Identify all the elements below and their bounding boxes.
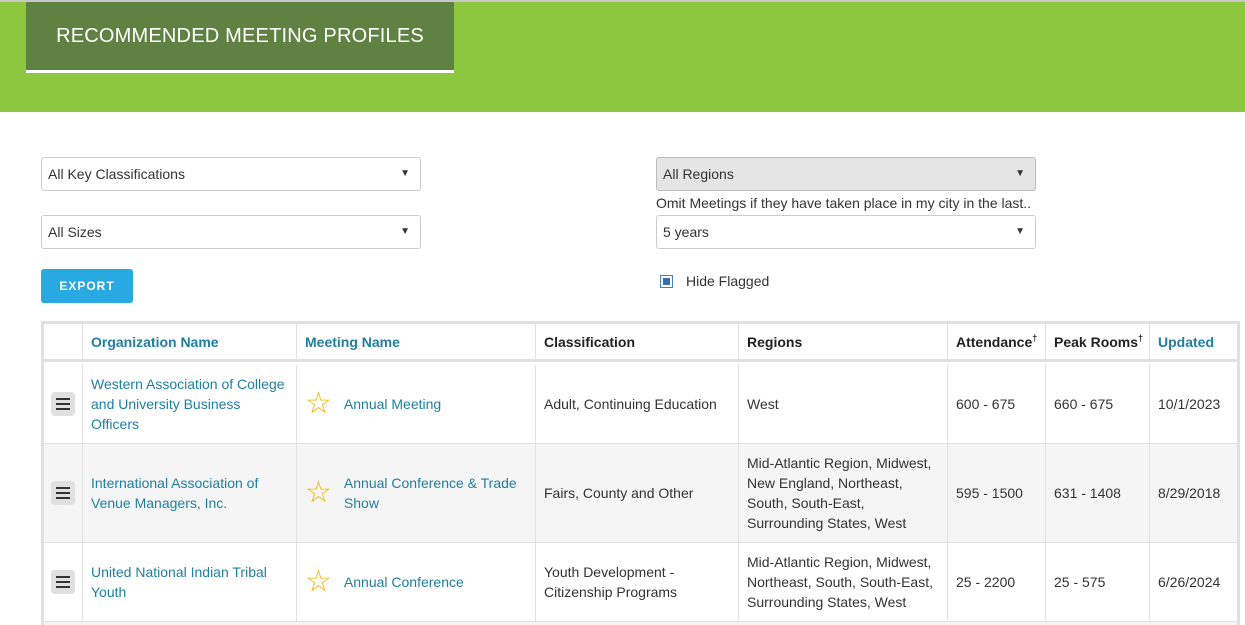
omit-years-value: 5 years [663, 224, 709, 240]
column-header-meeting[interactable]: Meeting Name [297, 324, 536, 362]
omit-meetings-label: Omit Meetings if they have taken place i… [656, 195, 1032, 211]
peak-rooms-cell: 25 - 575 [1046, 543, 1150, 622]
column-header-attendance: Attendance † [948, 324, 1046, 362]
column-header-regions: Regions [739, 324, 948, 362]
meeting-link[interactable]: Annual Conference & Trade Show [344, 473, 527, 513]
star-outline-icon[interactable]: ☆ [305, 389, 332, 419]
meeting-link[interactable]: Annual Conference [344, 572, 464, 592]
column-header-updated[interactable]: Updated [1150, 324, 1237, 362]
hamburger-menu-icon[interactable] [51, 481, 75, 505]
peak-rooms-header-label: Peak Rooms [1054, 333, 1139, 350]
caret-down-icon: ▼ [400, 168, 410, 179]
hamburger-menu-icon[interactable] [51, 570, 75, 594]
regions-cell: West [739, 365, 948, 444]
star-outline-icon[interactable]: ☆ [305, 567, 332, 597]
peak-rooms-cell: 631 - 1408 [1046, 444, 1150, 543]
hide-flagged-checkbox[interactable] [660, 275, 673, 288]
row-menu-cell [44, 444, 83, 543]
regions-cell: Mid-Atlantic Region, Midwest, Northeast,… [739, 543, 948, 622]
caret-down-icon: ▼ [1015, 168, 1025, 179]
column-header-peak-rooms: Peak Rooms † [1046, 324, 1150, 362]
attendance-cell: 600 - 675 [948, 365, 1046, 444]
star-outline-icon[interactable]: ☆ [305, 478, 332, 508]
organization-link[interactable]: International Association of Venue Manag… [83, 444, 297, 543]
classification-cell: Youth Development - Citizenship Programs [536, 543, 739, 622]
organization-link[interactable]: United National Indian Tribal Youth [83, 543, 297, 622]
export-button[interactable]: EXPORT [41, 269, 133, 303]
meeting-cell: ☆ Annual Conference & Trade Show [297, 444, 536, 543]
meeting-cell: ☆ Annual Meeting [297, 365, 536, 444]
organization-link[interactable]: Western Association of College and Unive… [83, 365, 297, 444]
hide-flagged-label: Hide Flagged [686, 273, 770, 289]
meeting-cell: ☆ Annual Conference [297, 543, 536, 622]
attendance-footnote-mark: † [1032, 332, 1038, 343]
key-classifications-select[interactable]: All Key Classifications ▼ [41, 157, 421, 191]
peak-rooms-cell: 660 - 675 [1046, 365, 1150, 444]
sizes-select[interactable]: All Sizes ▼ [41, 215, 421, 249]
regions-value: All Regions [663, 166, 734, 182]
meeting-link[interactable]: Annual Meeting [344, 394, 441, 414]
classification-cell: Fairs, County and Other [536, 444, 739, 543]
updated-cell: 8/29/2018 [1150, 444, 1237, 543]
row-menu-cell [44, 365, 83, 444]
meeting-profiles-table: Organization Name Meeting Name Classific… [41, 321, 1240, 625]
attendance-header-label: Attendance [956, 333, 1033, 350]
checkbox-check-mark [663, 278, 670, 285]
omit-years-select[interactable]: 5 years ▼ [656, 215, 1036, 249]
header-cell-menu [44, 324, 83, 362]
regions-cell: Mid-Atlantic Region, Midwest, New Englan… [739, 444, 948, 543]
page-title-box: RECOMMENDED MEETING PROFILES [26, 2, 454, 73]
column-header-organization[interactable]: Organization Name [83, 324, 297, 362]
column-header-classification: Classification [536, 324, 739, 362]
hamburger-menu-icon[interactable] [51, 392, 75, 416]
key-classifications-value: All Key Classifications [48, 166, 185, 182]
caret-down-icon: ▼ [400, 226, 410, 237]
classification-cell: Adult, Continuing Education [536, 365, 739, 444]
peak-rooms-footnote-mark: † [1138, 332, 1144, 343]
row-menu-cell [44, 543, 83, 622]
regions-select[interactable]: All Regions ▼ [656, 157, 1036, 191]
caret-down-icon: ▼ [1015, 226, 1025, 237]
attendance-cell: 595 - 1500 [948, 444, 1046, 543]
attendance-cell: 25 - 2200 [948, 543, 1046, 622]
updated-cell: 10/1/2023 [1150, 365, 1237, 444]
updated-cell: 6/26/2024 [1150, 543, 1237, 622]
page-title: RECOMMENDED MEETING PROFILES [56, 24, 424, 47]
sizes-value: All Sizes [48, 224, 102, 240]
